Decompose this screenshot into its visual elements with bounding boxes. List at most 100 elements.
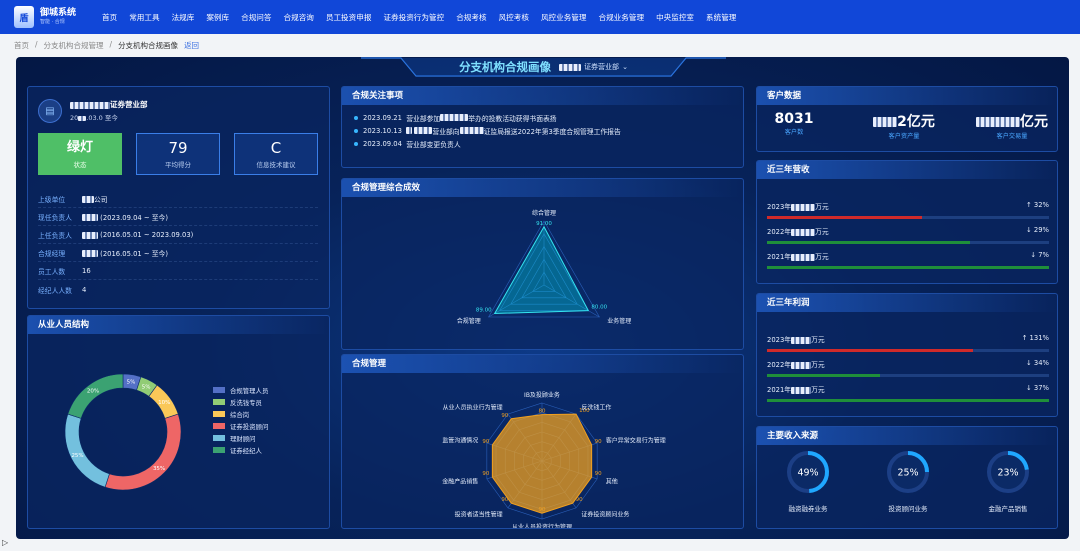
nav-item[interactable]: 证券投资行为管控 xyxy=(377,12,450,23)
nav-item[interactable]: 合规咨询 xyxy=(278,12,320,23)
building-icon: ▤ xyxy=(38,99,62,123)
notice-item[interactable]: 2023.09.21 营业部参加 举办的投教活动获得书面表扬 xyxy=(354,111,743,124)
score-metric[interactable]: 79 平均得分 xyxy=(136,133,220,175)
notices-title: 合规关注事项 xyxy=(342,87,743,105)
nav-item[interactable]: 合规问答 xyxy=(235,12,277,23)
income-source-panel: 主要收入来源 49% 融资融券业务 25% 投资顾问业务 23% 金融产品销售 xyxy=(756,426,1058,529)
radar-axis-label: 其他 xyxy=(606,477,618,485)
legend-item[interactable]: 反洗钱专员 xyxy=(213,396,268,408)
income-ring-advisory: 25% 投资顾问业务 xyxy=(885,449,931,513)
nav-item[interactable]: 员工投资申报 xyxy=(320,12,378,23)
notice-item[interactable]: 2023.10.13 营业部向 证监局报送2022年第3季度合规管理工作报告 xyxy=(354,124,743,137)
radar-value-label: 90 xyxy=(539,507,546,513)
radar-value-label: 90 xyxy=(501,413,508,419)
radar-axis-label: 综合管理 xyxy=(532,209,556,217)
profit-row-2021: 2021年 万元 ↓ 37% xyxy=(767,384,1049,402)
ring-percent: 49% xyxy=(797,468,818,479)
radar-value-label: 80.00 xyxy=(591,305,607,311)
revenue-bar xyxy=(767,216,923,219)
donut-slice-label: 20% xyxy=(87,389,99,395)
nav-item[interactable]: 中央监控室 xyxy=(650,12,700,23)
nav-item[interactable]: 合规考核 xyxy=(450,12,492,23)
nav-item[interactable]: 合规业务管理 xyxy=(593,12,651,23)
profit-bar xyxy=(767,349,973,352)
compliance-effect-panel: 合规管理综合成效 91.00 80.00 89.00 综合管理 业务管理 合规管理 xyxy=(341,178,744,350)
customer-trading-volume: 亿元 客户交易量 xyxy=(957,111,1057,140)
radar-value-label: 90 xyxy=(576,497,583,503)
nav-item[interactable]: 风控业务管理 xyxy=(535,12,593,23)
org-selector[interactable]: 证券营业部 ⌄ xyxy=(559,62,628,72)
org-name: 证券营业部 xyxy=(70,99,148,110)
profit-bar xyxy=(767,399,1049,402)
nav-item[interactable]: 法规库 xyxy=(166,12,201,23)
radar-value-label: 89.00 xyxy=(476,307,492,313)
donut-slice-label: 25% xyxy=(71,453,83,459)
compliance-notices-panel: 合规关注事项 2023.09.21 营业部参加 举办的投教活动获得书面表扬 202… xyxy=(341,86,744,168)
customer-data-title: 客户数据 xyxy=(757,87,1057,105)
status-metric[interactable]: 绿灯 状态 xyxy=(38,133,122,175)
nav-item[interactable]: 常用工具 xyxy=(123,12,165,23)
radar-value-label: 90 xyxy=(595,439,602,445)
revenue-panel: 近三年营收 2023年 万元 ↑ 32% 2022年 万元 ↓ 29% 2021年 万元 ↓… xyxy=(756,160,1058,284)
revenue-row-2021: 2021年 万元 ↓ 7% xyxy=(767,251,1049,269)
legend-item[interactable]: 证券经纪人 xyxy=(213,444,268,456)
donut-slice xyxy=(64,413,110,488)
app-subtitle: 智能 · 合规 xyxy=(40,19,65,25)
nav-item[interactable]: 案例库 xyxy=(200,12,235,23)
breadcrumb-branch-management[interactable]: 分支机构合规管理 xyxy=(44,40,104,51)
income-ring-margin: 49% 融资融券业务 xyxy=(785,449,831,513)
info-row-previous-head: 上任负责人 (2016.05.01 ~ 2023.09.03) xyxy=(38,227,318,244)
staff-donut-chart: 5% 5% 10% 35% 25% 20% xyxy=(64,373,182,491)
radar-axis-label: 合规管理 xyxy=(457,317,481,325)
radar-value-label: 91.00 xyxy=(536,221,552,227)
legend-item[interactable]: 证券投资顾问 xyxy=(213,420,268,432)
revenue-row-2022: 2022年 万元 ↓ 29% xyxy=(767,226,1049,244)
radar-axis-label: 反洗钱工作 xyxy=(581,404,611,412)
nav-item[interactable]: 系统管理 xyxy=(700,12,742,23)
logo-icon: 盾 xyxy=(14,6,34,28)
donut-slice-label: 5% xyxy=(142,385,151,391)
ring-percent: 25% xyxy=(897,468,918,479)
radar-axis-label: 证券投资顾问业务 xyxy=(581,510,629,518)
nav-item[interactable]: 风控考核 xyxy=(493,12,535,23)
info-row-broker-count: 经纪人人数 4 xyxy=(38,285,87,295)
radar-axis-label: 监管沟通情况 xyxy=(442,437,478,445)
legend-item[interactable]: 合规管理人员 xyxy=(213,384,268,396)
management-radar-chart: 80 1009090909090909090IB及投顾业务反洗钱工作客户异常交易行… xyxy=(442,391,666,529)
effect-title: 合规管理综合成效 xyxy=(342,179,743,197)
customer-assets: 2亿元 客户资产量 xyxy=(849,111,959,140)
app-logo[interactable]: 盾 御城系统 智能 · 合规 xyxy=(0,6,96,28)
sidebar-toggle-icon[interactable]: ▷ xyxy=(2,538,8,547)
legend-item[interactable]: 理财顾问 xyxy=(213,432,268,444)
compliance-management-panel: 合规管理 80 100 90 90 90 90 90 90 90 90 IB及投顾业务 反洗钱工作 客户… xyxy=(341,354,744,529)
radar-value-label: 90 xyxy=(595,471,602,477)
radar-axis-label: 从业人员投资行为管理 xyxy=(512,523,572,529)
donut-slice-label: 10% xyxy=(158,400,170,406)
breadcrumb: 首页 / 分支机构合规管理 / 分支机构合规画像 返回 xyxy=(14,40,200,51)
profit-title: 近三年利润 xyxy=(757,294,1057,312)
donut-slice-label: 35% xyxy=(153,466,165,472)
breadcrumb-home[interactable]: 首页 xyxy=(14,40,29,51)
back-link[interactable]: 返回 xyxy=(184,40,199,51)
dashboard-title-bar: 分支机构合规画像 证券营业部 ⌄ xyxy=(361,57,726,77)
revenue-row-2023: 2023年 万元 ↑ 32% xyxy=(767,201,1049,219)
ring-percent: 23% xyxy=(997,468,1018,479)
info-row-compliance-manager: 合规经理 (2016.05.01 ~ 至今) xyxy=(38,245,318,262)
it-rating-metric[interactable]: C 信息技术建议 xyxy=(234,133,318,175)
radar-axis-label: 金融产品销售 xyxy=(442,477,478,485)
legend-item[interactable]: 综合岗 xyxy=(213,408,268,420)
staff-legend: 合规管理人员 反洗钱专员 综合岗 证券投资顾问 理财顾问 证券经纪人 xyxy=(213,384,268,456)
org-selector-label: 证券营业部 xyxy=(584,63,620,71)
revenue-bar xyxy=(767,266,1049,269)
donut-slice xyxy=(67,373,124,419)
customer-data-panel: 客户数据 8031 客户数 2亿元 客户资产量 亿元 客户交易量 xyxy=(756,86,1058,152)
profit-panel: 近三年利润 2023年 万元 ↑ 131% 2022年 万元 ↓ 34% 2021年 万元… xyxy=(756,293,1058,417)
revenue-bar xyxy=(767,241,971,244)
donut-slice-label: 5% xyxy=(127,380,136,386)
nav-item[interactable]: 首页 xyxy=(96,12,123,23)
notice-item[interactable]: 2023.09.04 营业部变更负责人 xyxy=(354,137,743,150)
org-date: 20.03.0 至今 xyxy=(70,114,118,122)
radar-axis-label: 客户异常交易行为管理 xyxy=(606,437,666,445)
radar-axis-label: 从业人员执业行为管理 xyxy=(443,404,503,412)
app-name: 御城系统 xyxy=(40,8,77,18)
